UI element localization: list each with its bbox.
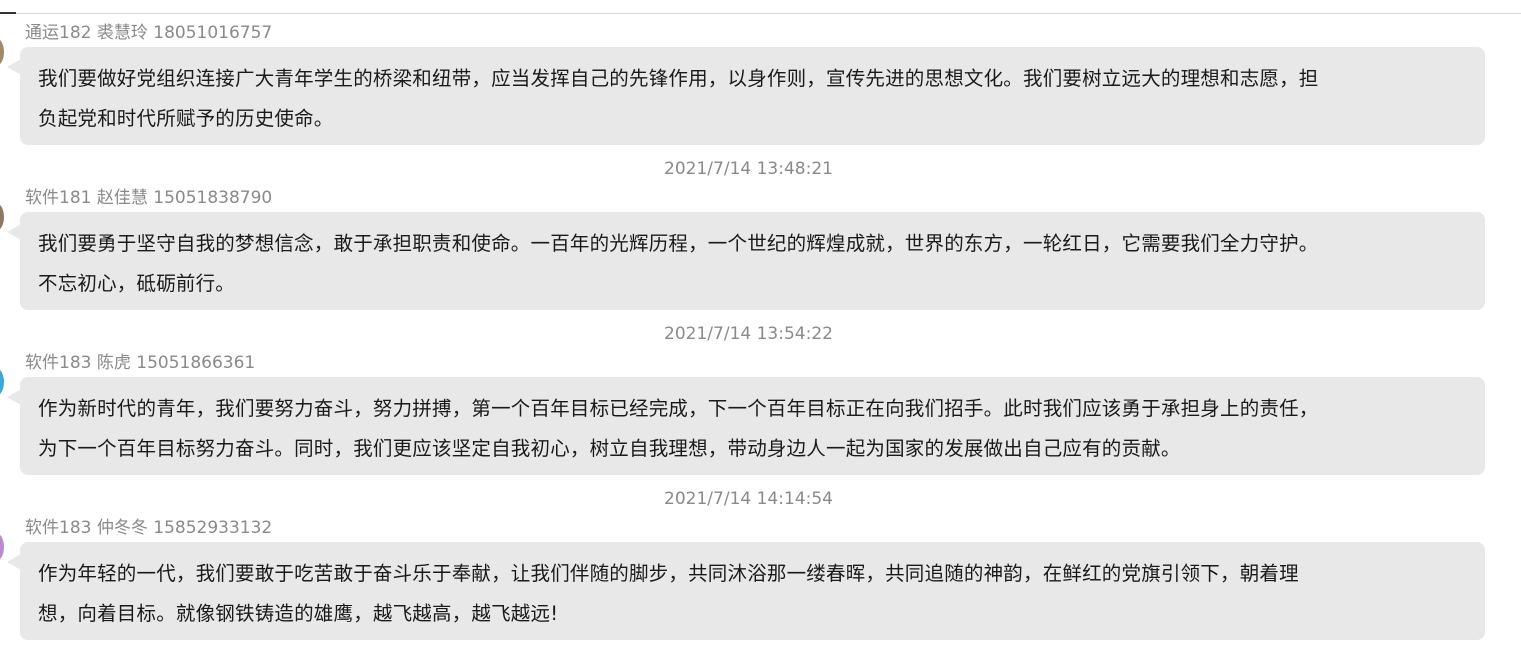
bubble-tail bbox=[7, 59, 21, 75]
message-bubble: 作为年轻的一代，我们要敢于吃苦敢于奋斗乐于奉献，让我们伴随的脚步，共同沐浴那一缕… bbox=[20, 542, 1485, 640]
message-line: 作为年轻的一代，我们要敢于吃苦敢于奋斗乐于奉献，让我们伴随的脚步，共同沐浴那一缕… bbox=[38, 562, 1299, 585]
message-line: 我们要勇于坚守自我的梦想信念，敢于承担职责和使命。一百年的光辉历程，一个世纪的辉… bbox=[38, 232, 1319, 255]
top-divider-accent bbox=[0, 12, 16, 14]
chat-window: 通运182 裘慧玲 18051016757 我们要做好党组织连接广大青年学生的桥… bbox=[0, 0, 1521, 656]
message-timestamp: 2021/7/14 14:14:54 bbox=[664, 489, 833, 509]
message-bubble: 我们要勇于坚守自我的梦想信念，敢于承担职责和使命。一百年的光辉历程，一个世纪的辉… bbox=[20, 212, 1485, 310]
message-line: 为下一个百年目标努力奋斗。同时，我们更应该坚定自我初心，树立自我理想，带动身边人… bbox=[38, 436, 1181, 460]
avatar[interactable] bbox=[0, 368, 4, 396]
message-line: 作为新时代的青年，我们要努力奋斗，努力拼搏，第一个百年目标已经完成，下一个百年目… bbox=[38, 397, 1319, 420]
bubble-tail bbox=[7, 389, 21, 405]
message-bubble: 作为新时代的青年，我们要努力奋斗，努力拼搏，第一个百年目标已经完成，下一个百年目… bbox=[20, 377, 1485, 475]
sender-name: 通运182 裘慧玲 18051016757 bbox=[25, 23, 273, 43]
avatar[interactable] bbox=[0, 533, 4, 561]
bubble-tail bbox=[7, 224, 21, 240]
bubble-tail bbox=[7, 554, 21, 570]
message-line: 想，向着目标。就像钢铁铸造的雄鹰，越飞越高，越飞越远! bbox=[38, 601, 559, 625]
avatar[interactable] bbox=[0, 38, 4, 66]
sender-name: 软件183 仲冬冬 15852933132 bbox=[25, 518, 273, 538]
message-timestamp: 2021/7/14 13:54:22 bbox=[664, 324, 833, 344]
sender-name: 软件181 赵佳慧 15051838790 bbox=[25, 188, 273, 208]
message-bubble: 我们要做好党组织连接广大青年学生的桥梁和纽带，应当发挥自己的先锋作用，以身作则，… bbox=[20, 47, 1485, 145]
message-timestamp: 2021/7/14 13:48:21 bbox=[664, 159, 833, 179]
message-line: 不忘初心，砥砺前行。 bbox=[38, 271, 236, 295]
message-line: 我们要做好党组织连接广大青年学生的桥梁和纽带，应当发挥自己的先锋作用，以身作则，… bbox=[38, 67, 1319, 90]
sender-name: 软件183 陈虎 15051866361 bbox=[25, 353, 256, 373]
avatar[interactable] bbox=[0, 203, 4, 231]
message-line: 负起党和时代所赋予的历史使命。 bbox=[38, 106, 334, 130]
top-divider bbox=[0, 13, 1521, 14]
